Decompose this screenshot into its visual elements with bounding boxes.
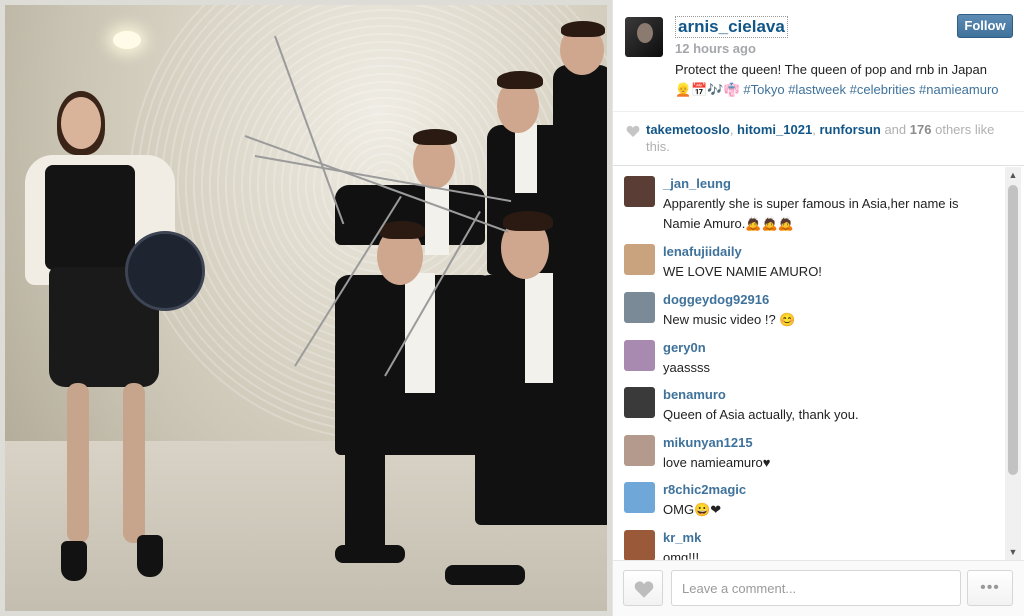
like-button[interactable] xyxy=(623,570,663,606)
arrow-down-icon[interactable]: ▼ xyxy=(1005,544,1021,560)
comment-item: _jan_leung Apparently she is super famou… xyxy=(613,167,1003,235)
woman-leg xyxy=(123,383,145,543)
comment-item: lenafujiidaily WE LOVE NAMIE AMURO! xyxy=(613,235,1003,283)
man-shoe xyxy=(335,545,405,563)
woman-face xyxy=(61,97,101,149)
man-hair xyxy=(561,21,605,37)
woman-vest xyxy=(45,165,135,270)
hashtag-link[interactable]: #Tokyo xyxy=(743,82,784,97)
comment-item: mikunyan1215 love namieamuro♥ xyxy=(613,426,1003,474)
scrollbar-thumb[interactable] xyxy=(1008,185,1018,475)
heart-icon xyxy=(634,581,654,598)
heart-icon xyxy=(626,125,640,137)
ellipsis-icon: ••• xyxy=(980,579,1000,596)
follow-button[interactable]: Follow xyxy=(957,14,1013,38)
commenter-avatar[interactable] xyxy=(624,530,655,560)
commenter-username[interactable]: doggeydog92916 xyxy=(663,292,769,307)
man-shoe xyxy=(445,565,525,585)
author-avatar[interactable] xyxy=(625,17,663,57)
hashtag-link[interactable]: #celebrities xyxy=(850,82,916,97)
commenter-username[interactable]: _jan_leung xyxy=(663,176,731,191)
commenter-avatar[interactable] xyxy=(624,435,655,466)
man-shirt xyxy=(525,273,553,383)
caption-text: Protect the queen! The queen of pop and … xyxy=(675,62,987,77)
post-caption: Protect the queen! The queen of pop and … xyxy=(675,60,1015,100)
post-photo[interactable] xyxy=(0,0,612,616)
hashtag-link[interactable]: #namieamuro xyxy=(919,82,999,97)
comment-text: OMG😀❤ xyxy=(663,502,722,517)
hashtag-link[interactable]: #lastweek xyxy=(788,82,846,97)
more-options-button[interactable]: ••• xyxy=(967,570,1013,606)
fencing-mask xyxy=(125,231,205,311)
man-shirt xyxy=(515,123,537,193)
likes-count[interactable]: 176 xyxy=(910,122,932,137)
comments-list[interactable]: _jan_leung Apparently she is super famou… xyxy=(613,167,1024,560)
commenter-avatar[interactable] xyxy=(624,482,655,513)
woman-shoe xyxy=(137,535,163,577)
arrow-up-icon[interactable]: ▲ xyxy=(1005,167,1021,183)
commenter-username[interactable]: benamuro xyxy=(663,387,726,402)
man-shirt xyxy=(425,185,449,255)
commenter-username[interactable]: mikunyan1215 xyxy=(663,435,753,450)
author-username[interactable]: arnis_cielava xyxy=(675,16,788,38)
comment-text: New music video !? 😊 xyxy=(663,312,796,327)
commenter-username[interactable]: gery0n xyxy=(663,340,706,355)
caption-emoji: 👱📅🎶👘 xyxy=(675,82,740,97)
commenter-username[interactable]: r8chic2magic xyxy=(663,482,746,497)
comment-text: WE LOVE NAMIE AMURO! xyxy=(663,264,822,279)
woman-leg xyxy=(67,383,89,543)
man-leg xyxy=(345,435,385,555)
likes-and: and xyxy=(884,122,907,137)
studio-light xyxy=(113,31,141,49)
man-hair xyxy=(503,211,553,231)
comment-footer: ••• xyxy=(613,560,1024,616)
woman-shoe xyxy=(61,541,87,581)
commenter-username[interactable]: lenafujiidaily xyxy=(663,244,742,259)
likes-summary: takemetooslo, hitomi_1021, runforsun and… xyxy=(646,122,995,154)
man-hair xyxy=(413,129,457,145)
commenter-avatar[interactable] xyxy=(624,340,655,371)
comment-item: kr_mk omg!!! xyxy=(613,521,1003,560)
liker-link[interactable]: runforsun xyxy=(819,122,880,137)
commenter-username[interactable]: kr_mk xyxy=(663,530,701,545)
liker-link[interactable]: takemetooslo xyxy=(646,122,730,137)
comment-text: omg!!! xyxy=(663,550,700,560)
comment-input[interactable] xyxy=(671,570,961,606)
man-hair xyxy=(497,71,543,89)
man-hair xyxy=(379,221,425,239)
post-header: arnis_cielava 12 hours ago Follow Protec… xyxy=(613,0,1024,112)
comment-item: doggeydog92916 New music video !? 😊 xyxy=(613,283,1003,331)
commenter-avatar[interactable] xyxy=(624,292,655,323)
comment-item: benamuro Queen of Asia actually, thank y… xyxy=(613,378,1003,426)
comment-text: Apparently she is super famous in Asia,h… xyxy=(663,196,959,231)
liker-link[interactable]: hitomi_1021 xyxy=(737,122,812,137)
post-details-panel: arnis_cielava 12 hours ago Follow Protec… xyxy=(612,0,1024,616)
likes-section: takemetooslo, hitomi_1021, runforsun and… xyxy=(613,112,1024,166)
comment-text: love namieamuro♥ xyxy=(663,455,771,470)
comments-scrollbar[interactable]: ▲ ▼ xyxy=(1005,167,1021,560)
commenter-avatar[interactable] xyxy=(624,387,655,418)
post-time[interactable]: 12 hours ago xyxy=(675,41,756,56)
comment-text: yaassss xyxy=(663,360,710,375)
comment-item: r8chic2magic OMG😀❤ xyxy=(613,473,1003,521)
commenter-avatar[interactable] xyxy=(624,176,655,207)
comment-text: Queen of Asia actually, thank you. xyxy=(663,407,859,422)
commenter-avatar[interactable] xyxy=(624,244,655,275)
comment-item: gery0n yaassss xyxy=(613,331,1003,379)
